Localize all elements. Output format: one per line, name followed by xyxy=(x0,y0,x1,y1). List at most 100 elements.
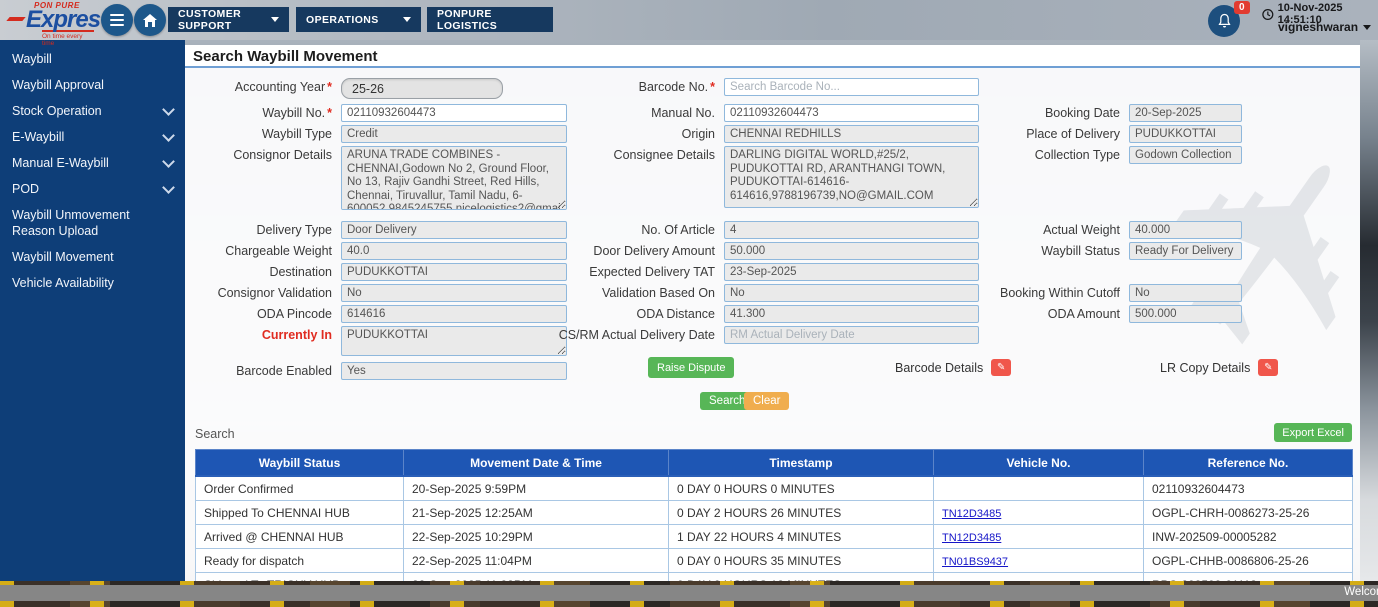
sidebar-item-pod[interactable]: POD xyxy=(0,176,185,202)
chevron-down-icon xyxy=(403,17,411,22)
sidebar-item-label: Manual E-Waybill xyxy=(12,156,109,170)
field-label: Booking Date xyxy=(1044,106,1120,120)
vehicle-no-link[interactable]: TN12D3485 xyxy=(942,508,1001,520)
field-label: Collection Type xyxy=(1034,148,1120,162)
booking-date-field xyxy=(1129,104,1242,122)
field-label: Consignor Details xyxy=(233,148,332,162)
cell-movement-datetime: 21-Sep-2025 12:25AM xyxy=(403,500,669,525)
col-header-timestamp: Timestamp xyxy=(668,449,934,477)
field-label: Barcode No. xyxy=(638,80,709,94)
lr-copy-details-edit-button[interactable]: ✎ xyxy=(1258,359,1279,376)
barcode-no-input[interactable] xyxy=(724,78,979,96)
home-button[interactable] xyxy=(134,4,166,36)
sidebar-item-label: Stock Operation xyxy=(12,104,102,118)
field-oda-distance: ODA Distance xyxy=(540,305,979,323)
required-mark: * xyxy=(327,106,332,120)
vehicle-no-link[interactable]: TN12D3485 xyxy=(942,532,1001,544)
barcode-details-edit-button[interactable]: ✎ xyxy=(991,359,1012,376)
field-label: Accounting Year xyxy=(234,80,326,94)
oda-amount-field xyxy=(1129,305,1242,323)
field-barcode-no: Barcode No. * xyxy=(540,78,979,96)
accounting-year-select[interactable] xyxy=(341,78,503,99)
field-label: No. Of Article xyxy=(641,223,715,237)
col-header-waybill-status: Waybill Status xyxy=(195,449,404,477)
top-header: PON PURE Expres On time every time CUSTO… xyxy=(0,0,1378,47)
edit-icon: ✎ xyxy=(1264,362,1273,373)
raise-dispute-button[interactable]: Raise Dispute xyxy=(648,357,735,378)
col-header-reference-no: Reference No. xyxy=(1143,449,1353,477)
cell-timestamp: 0 DAY 2 HOURS 26 MINUTES xyxy=(668,500,934,525)
field-accounting-year: Accounting Year * xyxy=(185,78,503,99)
sidebar-item-label: Waybill Approval xyxy=(12,78,104,92)
actual-weight-field xyxy=(1129,221,1242,239)
sidebar-item-vehicle-availability[interactable]: Vehicle Availability xyxy=(0,270,185,296)
cell-movement-datetime: 22-Sep-2025 11:04PM xyxy=(403,548,669,573)
field-barcode-enabled: Barcode Enabled xyxy=(185,362,567,380)
no-of-article-field xyxy=(724,221,979,239)
required-mark: * xyxy=(710,80,715,94)
cell-vehicle-no: TN12D3485 xyxy=(933,524,1144,549)
cell-status: Shipped To CHENNAI HUB xyxy=(195,500,404,525)
nav-ponpure-logistics[interactable]: PONPURE LOGISTICS xyxy=(427,7,553,32)
nav-label: PONPURE LOGISTICS xyxy=(437,7,498,32)
sidebar-item-label: Vehicle Availability xyxy=(12,276,114,290)
field-actual-weight: Actual Weight xyxy=(945,221,1242,239)
field-label: Waybill No. xyxy=(262,106,326,120)
home-icon xyxy=(143,13,157,27)
field-label: ODA Pincode xyxy=(256,307,332,321)
sidebar-item-waybill-movement[interactable]: Waybill Movement xyxy=(0,244,185,270)
chevron-down-icon xyxy=(271,17,279,22)
user-menu[interactable]: vigneshwaran xyxy=(1278,20,1372,34)
table-header-row: Waybill Status Movement Date & Time Time… xyxy=(195,449,1353,477)
sidebar-item-e-waybill[interactable]: E-Waybill xyxy=(0,124,185,150)
sidebar-item-waybill-unmovement-reason-upload[interactable]: Waybill Unmovement Reason Upload xyxy=(0,202,185,244)
col-header-vehicle-no: Vehicle No. xyxy=(933,449,1144,477)
field-currently-in: Currently In PUDUKKOTTAI xyxy=(185,326,567,356)
field-consignor-validation: Consignor Validation xyxy=(185,284,567,302)
clear-button[interactable]: Clear xyxy=(744,392,790,410)
sidebar-item-waybill[interactable]: Waybill xyxy=(0,46,185,72)
sidebar-item-waybill-approval[interactable]: Waybill Approval xyxy=(0,72,185,98)
field-label: Door Delivery Amount xyxy=(593,244,715,258)
vehicle-no-link[interactable]: TN01BS9437 xyxy=(942,556,1008,568)
table-row: Order Confirmed 20-Sep-2025 9:59PM 0 DAY… xyxy=(195,475,1353,501)
export-excel-button[interactable]: Export Excel xyxy=(1274,423,1352,442)
waybill-no-input[interactable] xyxy=(341,104,567,122)
field-label: Booking Within Cutoff xyxy=(1000,286,1120,300)
notification-count-badge: 0 xyxy=(1234,1,1250,14)
nav-operations[interactable]: OPERATIONS xyxy=(296,7,421,32)
field-destination: Destination xyxy=(185,263,567,281)
field-oda-pincode: ODA Pincode xyxy=(185,305,567,323)
field-manual-no: Manual No. xyxy=(540,104,979,122)
cell-movement-datetime: 20-Sep-2025 9:59PM xyxy=(403,475,669,501)
cell-status: Arrived @ CHENNAI HUB xyxy=(195,524,404,549)
field-door-delivery-amount: Door Delivery Amount xyxy=(540,242,979,260)
cell-vehicle-no: TN12D3485 xyxy=(933,500,1144,525)
delivery-type-field xyxy=(341,221,567,239)
field-label: Expected Delivery TAT xyxy=(589,265,715,279)
main-content: ✈ Search Waybill Movement Accounting Yea… xyxy=(185,45,1360,586)
oda-distance-field xyxy=(724,305,979,323)
cell-timestamp: 0 DAY 0 HOURS 35 MINUTES xyxy=(668,548,934,573)
sidebar-item-stock-operation[interactable]: Stock Operation xyxy=(0,98,185,124)
field-label: Validation Based On xyxy=(601,286,715,300)
bell-icon xyxy=(1217,13,1231,28)
consignor-validation-field xyxy=(341,284,567,302)
footer-status-bar: Welcome xyxy=(0,585,1378,601)
nav-customer-support[interactable]: CUSTOMER SUPPORT xyxy=(168,7,289,32)
chevron-down-icon xyxy=(162,180,175,194)
field-consignor-details: Consignor Details ARUNA TRADE COMBINES -… xyxy=(185,146,567,210)
manual-no-input[interactable] xyxy=(724,104,979,122)
door-delivery-amount-field xyxy=(724,242,979,260)
field-chargeable-weight: Chargeable Weight xyxy=(185,242,567,260)
cell-timestamp: 1 DAY 22 HOURS 4 MINUTES xyxy=(668,524,934,549)
sidebar-item-manual-e-waybill[interactable]: Manual E-Waybill xyxy=(0,150,185,176)
cell-vehicle-no: TN01BS9437 xyxy=(933,548,1144,573)
field-booking-date: Booking Date xyxy=(945,104,1242,122)
menu-toggle-button[interactable] xyxy=(101,4,133,36)
page-title: Search Waybill Movement xyxy=(193,48,378,65)
sidebar-nav: Waybill Waybill Approval Stock Operation… xyxy=(0,40,185,581)
logo-main-text: Expres xyxy=(8,8,104,32)
page-title-bar: Search Waybill Movement xyxy=(185,45,1360,68)
field-label: CS/RM Actual Delivery Date xyxy=(558,328,715,342)
